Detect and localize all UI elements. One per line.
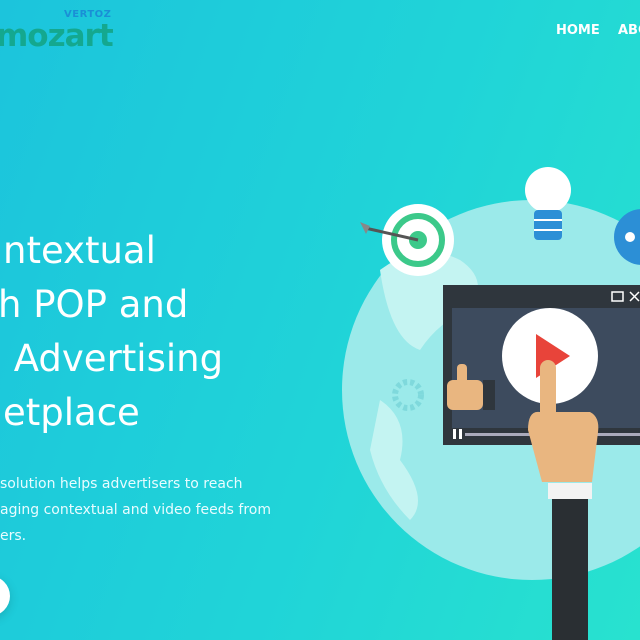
target-icon xyxy=(360,204,454,276)
hero-illustration xyxy=(342,167,640,640)
